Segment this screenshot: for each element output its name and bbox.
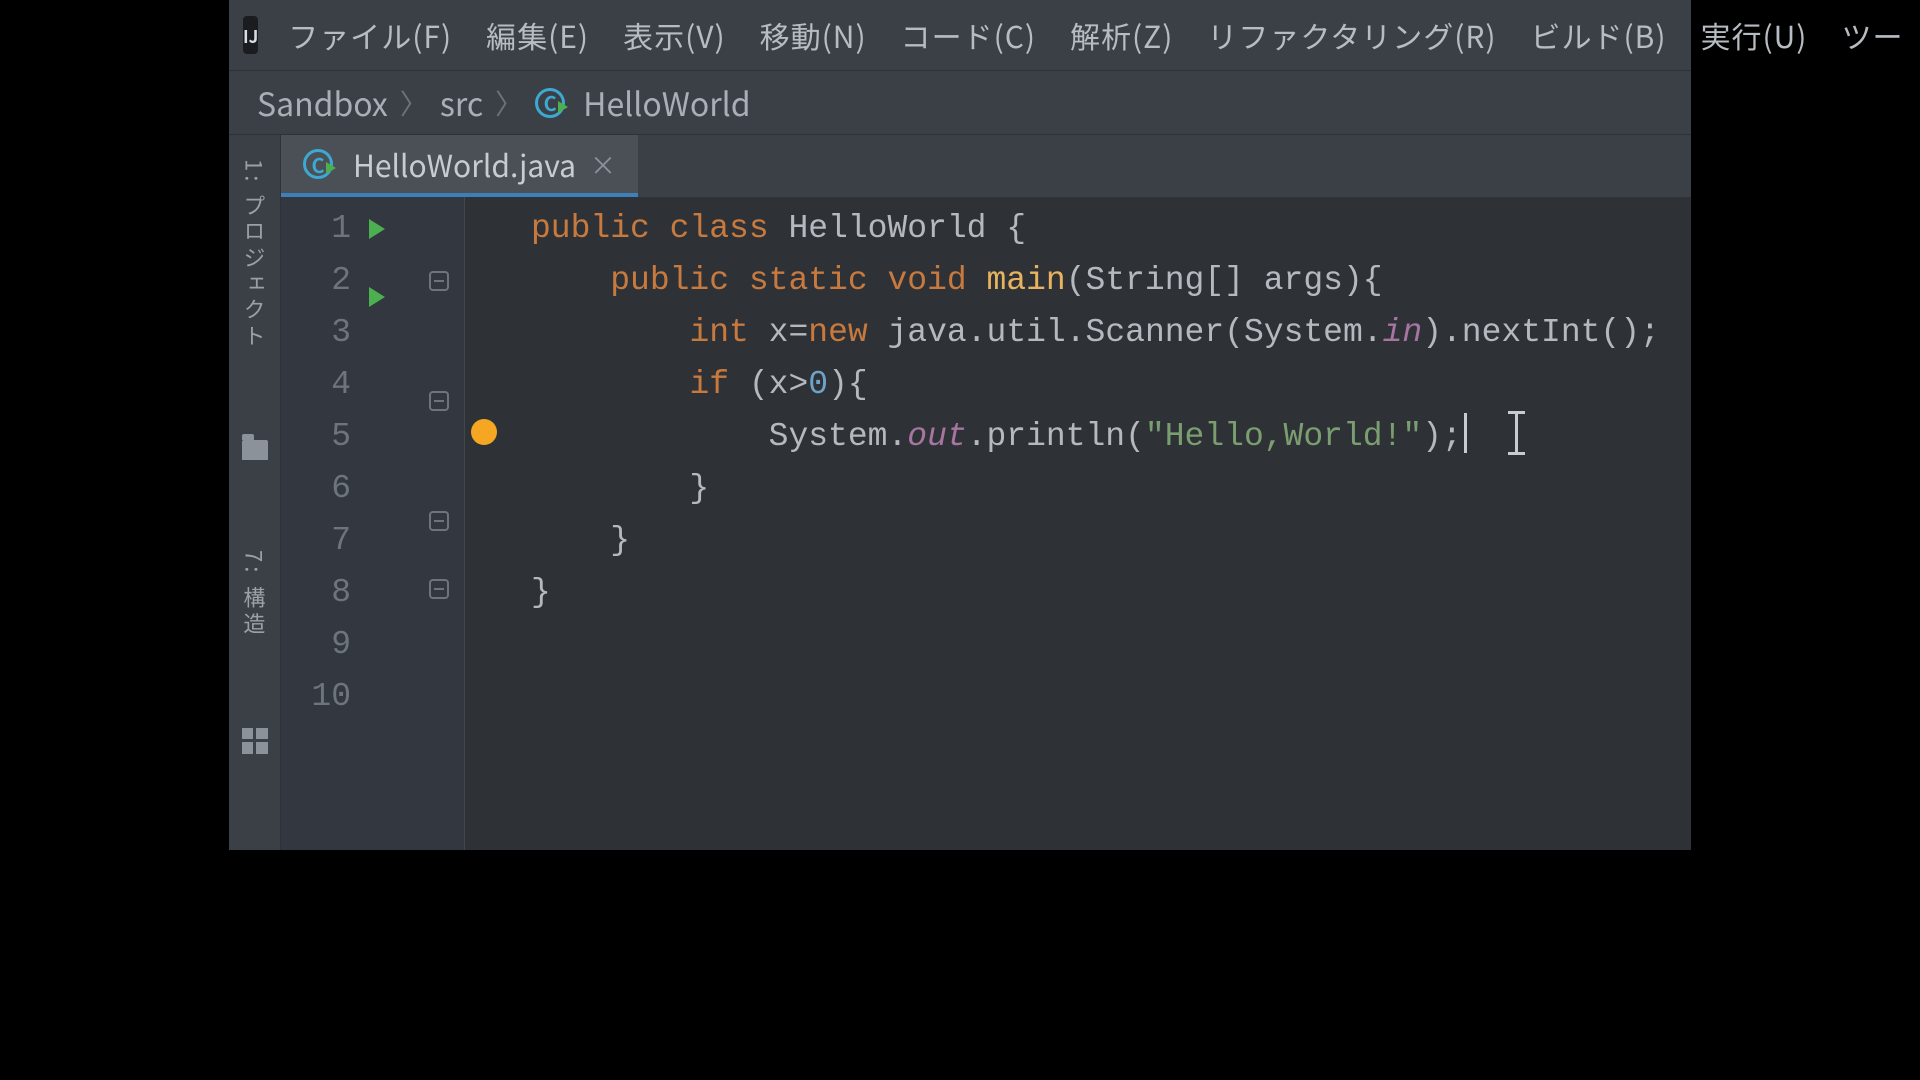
tool-window-structure-button[interactable]: 7: 構造 [239, 550, 271, 637]
ide-window: IJ ファイル(F) 編集(E) 表示(V) 移動(N) コード(C) 解析(Z… [229, 0, 1691, 850]
menu-refactor[interactable]: リファクタリング(R) [1207, 13, 1530, 57]
code-line[interactable]: } [531, 567, 1691, 619]
line-number: 3 [281, 307, 351, 359]
line-number: 1 [281, 203, 351, 255]
line-number: 9 [281, 619, 351, 671]
gutter: 12345678910 [281, 197, 465, 850]
line-number: 4 [281, 359, 351, 411]
app-logo: IJ [243, 16, 258, 54]
menu-navigate[interactable]: 移動(N) [760, 13, 901, 57]
fold-handle-icon[interactable] [429, 391, 449, 411]
close-icon[interactable]: × [590, 146, 616, 183]
menu-file[interactable]: ファイル(F) [288, 13, 486, 57]
menu-run[interactable]: 実行(U) [1701, 13, 1842, 57]
line-number: 10 [281, 671, 351, 723]
breadcrumb: Sandbox 〉 src 〉 C HelloWorld [229, 70, 1691, 135]
menu-bar: IJ ファイル(F) 編集(E) 表示(V) 移動(N) コード(C) 解析(Z… [229, 0, 1691, 70]
line-number: 7 [281, 515, 351, 567]
chevron-right-icon: 〉 [495, 83, 523, 123]
main-split: 1: プロジェクト 7: 構造 C HelloWorld.java × 1234… [229, 135, 1691, 850]
breadcrumb-src[interactable]: src [440, 80, 483, 126]
tool-window-stripe-left: 1: プロジェクト 7: 構造 [229, 135, 281, 850]
breadcrumb-root[interactable]: Sandbox [257, 80, 388, 126]
fold-handle-icon[interactable] [429, 511, 449, 531]
editor: C HelloWorld.java × 12345678910 public c… [281, 135, 1691, 850]
code-text[interactable]: public class HelloWorld { public static … [517, 197, 1691, 850]
chevron-right-icon: 〉 [400, 83, 428, 123]
breadcrumb-class[interactable]: HelloWorld [583, 80, 750, 126]
code-line[interactable]: } [531, 515, 1691, 567]
menu-analyze[interactable]: 解析(Z) [1070, 13, 1207, 57]
structure-icon [242, 728, 268, 754]
line-number: 2 [281, 255, 351, 307]
code-line[interactable]: int x=new java.util.Scanner(System.in).n… [531, 307, 1691, 359]
class-icon: C [535, 88, 565, 118]
run-gutter-icon[interactable] [369, 219, 385, 239]
fold-handle-icon[interactable] [429, 271, 449, 291]
menu-tools[interactable]: ツー [1841, 13, 1920, 57]
intention-bulb-icon[interactable] [471, 419, 497, 445]
line-number: 6 [281, 463, 351, 515]
class-icon: C [303, 149, 333, 179]
code-line[interactable]: if (x>0){ [531, 359, 1691, 411]
code-line[interactable] [531, 619, 1691, 671]
code-line[interactable]: System.out.println("Hello,World!"); [531, 411, 1691, 463]
code-area[interactable]: 12345678910 public class HelloWorld { pu… [281, 197, 1691, 850]
editor-tab-helloworld[interactable]: C HelloWorld.java × [281, 135, 638, 197]
menu-build[interactable]: ビルド(B) [1531, 13, 1701, 57]
code-line[interactable]: } [531, 463, 1691, 515]
menu-code[interactable]: コード(C) [901, 13, 1070, 57]
code-line[interactable]: public class HelloWorld { [531, 203, 1691, 255]
folder-icon [242, 440, 268, 460]
run-gutter-icon[interactable] [369, 287, 385, 307]
fold-handle-icon[interactable] [429, 579, 449, 599]
gutter-bulb-column [465, 197, 517, 850]
line-number: 5 [281, 411, 351, 463]
menu-view[interactable]: 表示(V) [623, 13, 760, 57]
menu-edit[interactable]: 編集(E) [486, 13, 623, 57]
tool-window-project-button[interactable]: 1: プロジェクト [239, 159, 271, 350]
editor-tab-bar: C HelloWorld.java × [281, 135, 1691, 197]
editor-tab-label: HelloWorld.java [353, 142, 576, 186]
code-line[interactable] [531, 671, 1691, 723]
code-line[interactable]: public static void main(String[] args){ [531, 255, 1691, 307]
line-number: 8 [281, 567, 351, 619]
